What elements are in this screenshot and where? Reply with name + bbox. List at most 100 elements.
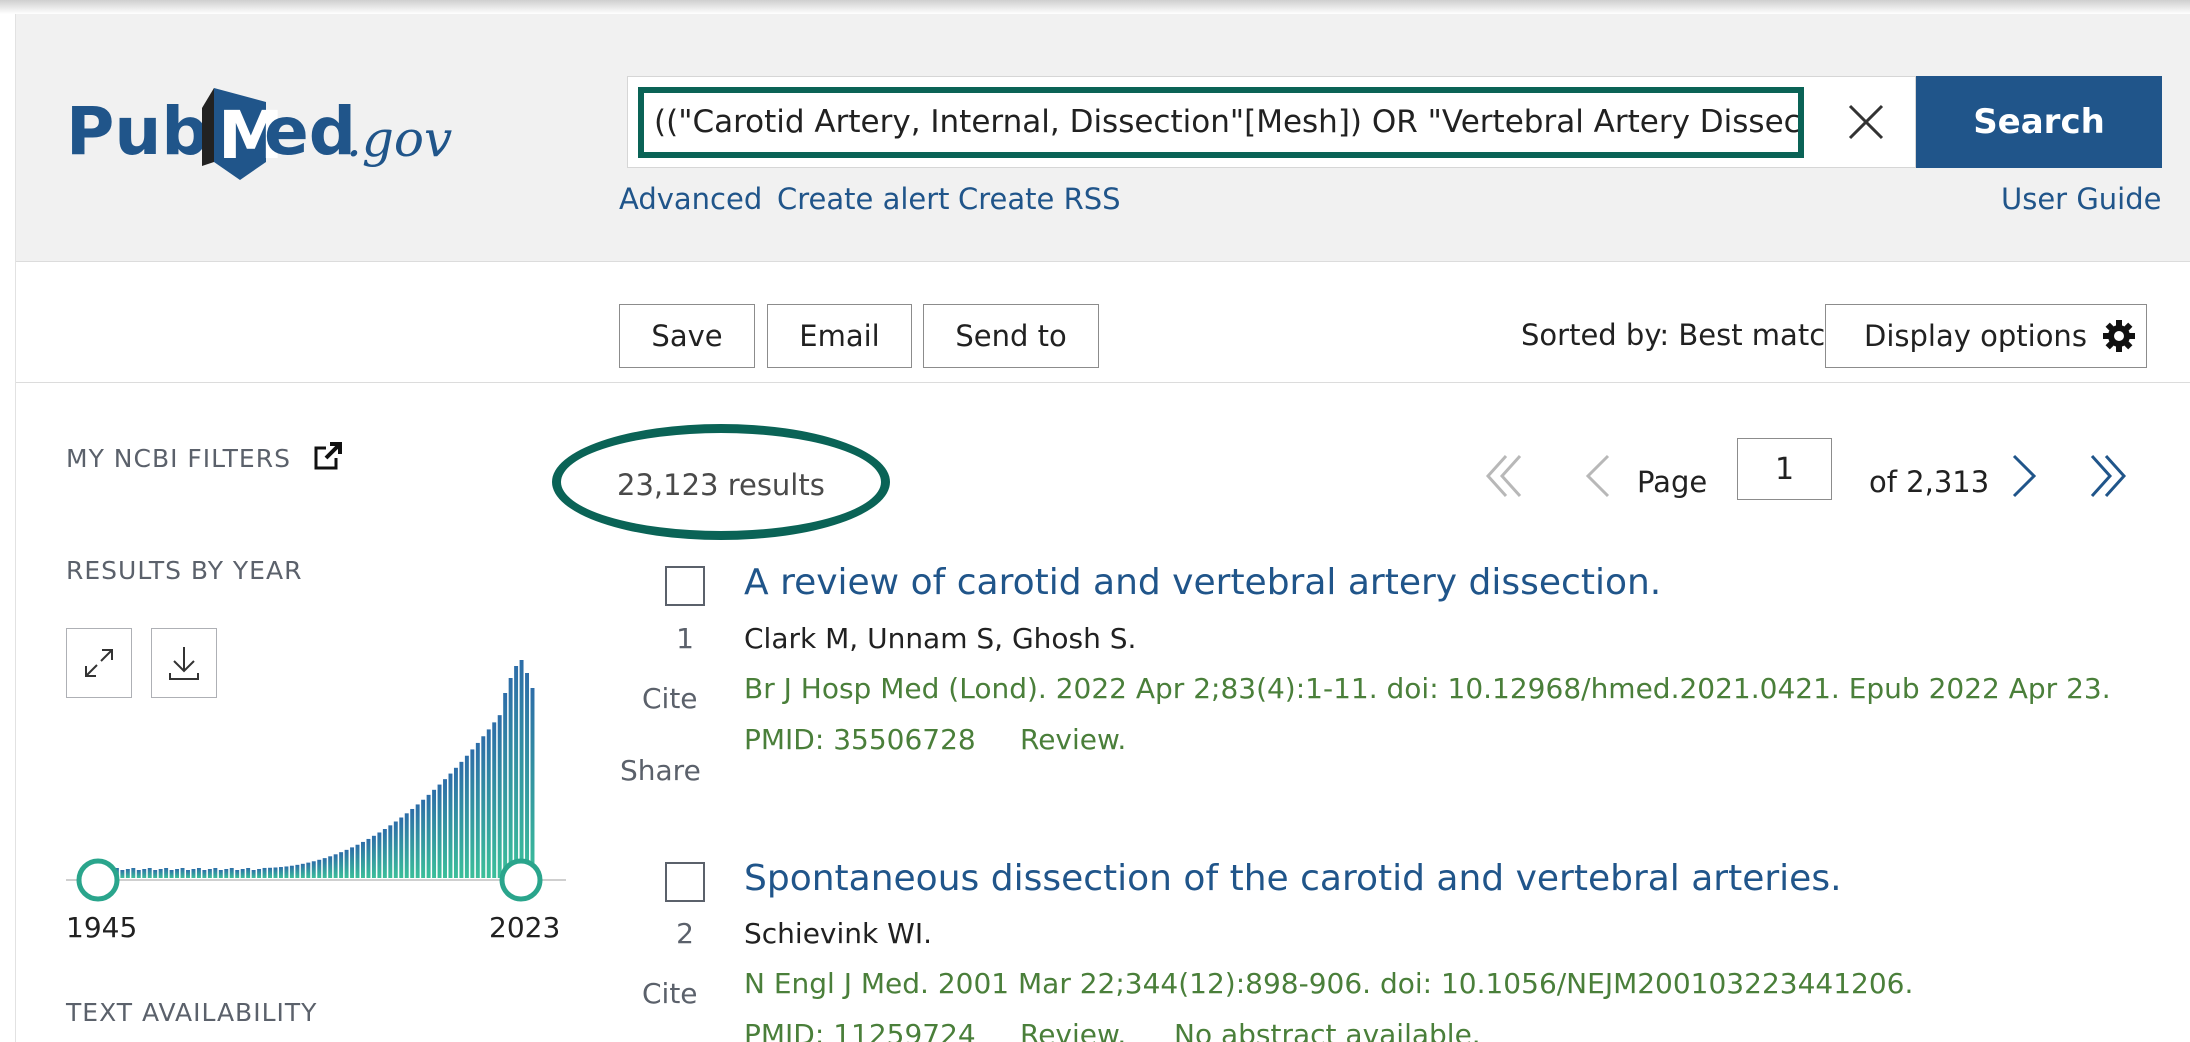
timeline-bar <box>284 866 289 878</box>
result-authors: Clark M, Unnam S, Ghosh S. <box>744 622 1137 655</box>
cite-button[interactable]: Cite <box>642 977 698 1010</box>
clear-search-button[interactable] <box>1814 77 1917 167</box>
timeline-bar <box>180 868 185 878</box>
results-by-year-timeline[interactable] <box>66 639 566 919</box>
search-input[interactable]: (("Carotid Artery, Internal, Dissection"… <box>638 87 1804 158</box>
annotation-oval <box>552 424 890 540</box>
logo-med-ed: ed <box>264 93 356 170</box>
timeline-bar <box>475 742 480 878</box>
result-checkbox[interactable] <box>665 862 705 902</box>
timeline-bar <box>311 861 316 878</box>
results-by-year-label: RESULTS BY YEAR <box>66 556 303 585</box>
timeline-bar <box>470 749 475 878</box>
timeline-bar <box>459 761 464 878</box>
timeline-bar <box>481 736 486 878</box>
page-number-input[interactable]: 1 <box>1737 438 1832 500</box>
display-options-button[interactable]: Display options <box>1825 304 2147 368</box>
timeline-end-handle[interactable] <box>499 858 543 902</box>
timeline-bar <box>453 767 458 878</box>
timeline-bar <box>196 868 201 878</box>
result-number: 1 <box>676 622 694 655</box>
timeline-bar <box>443 779 447 878</box>
result-pmid: PMID: 11259724 <box>744 1018 976 1042</box>
timeline-bar <box>213 868 218 878</box>
timeline-bar <box>317 859 322 878</box>
timeline-bar <box>350 847 355 878</box>
timeline-bar <box>175 869 180 878</box>
timeline-bar <box>388 825 393 878</box>
result-citation: N Engl J Med. 2001 Mar 22;344(12):898-90… <box>744 967 1914 1000</box>
display-options-label: Display options <box>1864 319 2087 353</box>
timeline-bar <box>410 808 415 878</box>
timeline-bar <box>147 868 152 878</box>
timeline-bar <box>344 849 349 878</box>
search-box: (("Carotid Artery, Internal, Dissection"… <box>627 76 1916 168</box>
timeline-bar <box>377 832 382 878</box>
previous-page-icon[interactable] <box>1582 454 1612 498</box>
timeline-bar <box>366 838 371 878</box>
timeline-bar <box>278 867 283 878</box>
timeline-bar <box>131 868 136 878</box>
create-alert-link[interactable]: Create alert <box>777 182 950 216</box>
result-type: Review. <box>1020 1018 1127 1042</box>
timeline-bar <box>415 804 420 878</box>
timeline-bar <box>328 856 333 878</box>
logo-gov-text: .gov <box>346 110 452 168</box>
timeline-bar <box>120 870 125 878</box>
my-ncbi-filters-label[interactable]: MY NCBI FILTERS <box>66 442 342 473</box>
timeline-bar <box>164 868 169 878</box>
timeline-bar <box>421 799 426 878</box>
share-button[interactable]: Share <box>620 754 701 787</box>
user-guide-link[interactable]: User Guide <box>2001 182 2161 216</box>
sort-order-label[interactable]: Sorted by: Best match <box>1521 318 1844 352</box>
timeline-start-year: 1945 <box>66 911 138 944</box>
result-checkbox[interactable] <box>665 566 705 606</box>
timeline-bar <box>169 870 174 878</box>
result-title-link[interactable]: Spontaneous dissection of the carotid an… <box>744 858 1842 899</box>
external-link-icon[interactable] <box>314 442 342 470</box>
timeline-bar <box>300 863 305 878</box>
cite-button[interactable]: Cite <box>642 682 698 715</box>
timeline-bar <box>191 869 196 878</box>
search-button[interactable]: Search <box>1916 76 2162 168</box>
site-header: Pub M ed .gov (("Carotid Artery, Interna… <box>16 14 2190 262</box>
first-page-icon[interactable] <box>1484 454 1528 498</box>
save-button[interactable]: Save <box>619 304 755 368</box>
create-rss-link[interactable]: Create RSS <box>958 182 1121 216</box>
timeline-bar <box>125 869 130 878</box>
timeline-bar <box>229 868 234 878</box>
timeline-bar <box>158 869 163 878</box>
timeline-bar <box>497 715 502 878</box>
send-to-button[interactable]: Send to <box>923 304 1099 368</box>
timeline-bar <box>207 869 212 878</box>
window-edge <box>0 0 2190 14</box>
timeline-bar <box>295 864 300 878</box>
result-pmid: PMID: 35506728 <box>744 723 976 756</box>
email-button[interactable]: Email <box>767 304 912 368</box>
timeline-bar <box>339 852 344 878</box>
timeline-bar <box>202 870 207 878</box>
timeline-bar <box>404 813 409 878</box>
timeline-bar <box>273 867 278 878</box>
timeline-bar <box>235 870 240 878</box>
timeline-bar <box>186 870 190 878</box>
timeline-start-handle[interactable] <box>76 858 120 902</box>
timeline-end-year: 2023 <box>489 911 561 944</box>
result-note: No abstract available. <box>1174 1018 1481 1042</box>
results-toolbar: Save Email Send to Sorted by: Best match… <box>16 262 2190 383</box>
last-page-icon[interactable] <box>2084 454 2128 498</box>
result-title-link[interactable]: A review of carotid and vertebral artery… <box>744 562 1661 603</box>
timeline-bar <box>437 784 442 878</box>
timeline-bar <box>371 835 376 878</box>
timeline-bar <box>514 666 519 878</box>
timeline-bar <box>530 688 535 878</box>
timeline-bar <box>448 773 453 878</box>
close-icon <box>1848 104 1883 140</box>
pubmed-logo[interactable]: Pub M ed .gov <box>64 62 484 192</box>
timeline-bar <box>322 858 327 878</box>
advanced-link[interactable]: Advanced <box>619 182 762 216</box>
timeline-bar <box>361 841 365 878</box>
timeline-bar <box>333 854 338 878</box>
timeline-bar <box>519 660 524 878</box>
next-page-icon[interactable] <box>2010 454 2040 498</box>
